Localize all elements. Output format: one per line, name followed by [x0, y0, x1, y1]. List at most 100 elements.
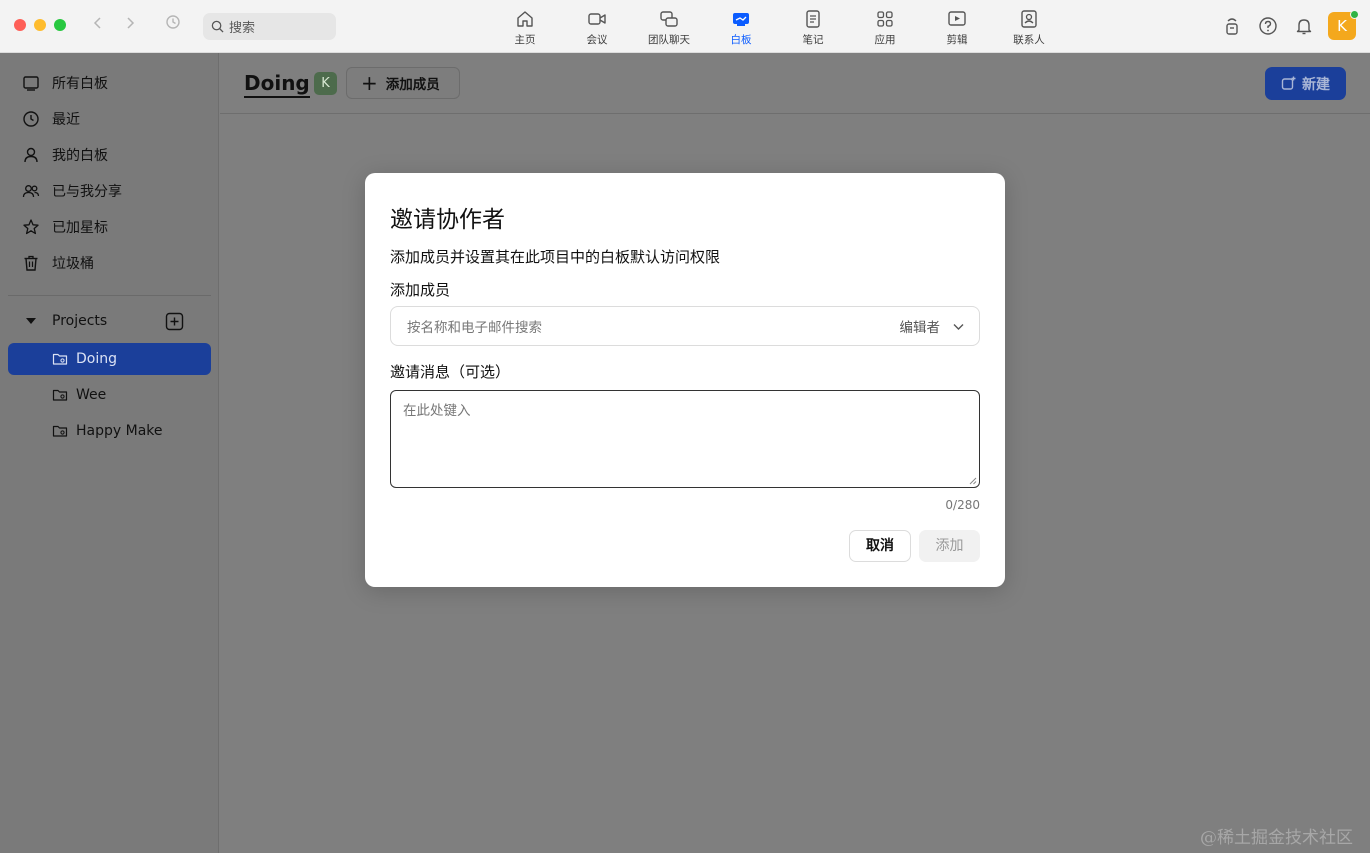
member-search-input[interactable]: 按名称和电子邮件搜索 编辑者 [390, 306, 980, 346]
clips-icon [948, 11, 966, 26]
tab-label: 应用 [874, 34, 896, 46]
add-project-button[interactable] [165, 312, 184, 331]
sidebar-item-all-whiteboards[interactable]: 所有白板 [8, 67, 211, 99]
chevron-down-icon [953, 323, 964, 330]
new-button-label: 新建 [1302, 76, 1330, 93]
role-select[interactable]: 编辑者 [900, 316, 966, 336]
sidebar-item-label: 已加星标 [52, 220, 108, 236]
tab-label: 笔记 [802, 34, 824, 46]
star-icon [23, 219, 39, 235]
page-title: Doing [244, 70, 310, 98]
contacts-icon [1021, 10, 1037, 28]
forward-button[interactable] [120, 14, 140, 36]
tab-meetings[interactable]: 会议 [561, 0, 633, 53]
chat-icon [660, 11, 678, 27]
tab-home[interactable]: 主页 [489, 0, 561, 53]
cancel-button[interactable]: 取消 [849, 530, 911, 562]
help-icon [1259, 17, 1277, 35]
search-placeholder: 搜索 [229, 21, 256, 36]
char-counter: 0/280 [945, 498, 980, 512]
plus-icon: + [361, 71, 378, 95]
sidebar-item-label: 已与我分享 [52, 184, 122, 200]
tab-label: 主页 [514, 34, 536, 46]
plus-square-icon [165, 312, 184, 331]
sidebar-item-shared-with-me[interactable]: 已与我分享 [8, 175, 211, 207]
member-search-placeholder: 按名称和电子邮件搜索 [407, 320, 542, 336]
window-zoom-button[interactable] [54, 19, 66, 31]
sidebar-item-my-whiteboards[interactable]: 我的白板 [8, 139, 211, 171]
invite-collaborators-dialog: 邀请协作者 添加成员并设置其在此项目中的白板默认访问权限 添加成员 按名称和电子… [365, 173, 1005, 587]
tab-whiteboards[interactable]: 白板 [705, 0, 777, 53]
new-whiteboard-button[interactable]: 新建 [1265, 67, 1346, 100]
shared-folder-icon [52, 353, 68, 365]
home-icon [517, 11, 533, 27]
clock-icon [23, 111, 39, 127]
project-label: Doing [76, 351, 117, 367]
window-minimize-button[interactable] [34, 19, 46, 31]
device-icon [1226, 18, 1238, 35]
sidebar: 所有白板 最近 我的白板 已与我分享 已加星标 垃圾桶 Projects Doi… [0, 53, 219, 853]
apps-icon [877, 11, 893, 27]
project-header: Doing K + 添加成员 新建 [220, 53, 1370, 114]
chevron-left-icon [93, 17, 101, 29]
sidebar-item-recent[interactable]: 最近 [8, 103, 211, 135]
project-item-happy-make[interactable]: Happy Make [8, 415, 211, 447]
main-nav: 主页 会议 团队聊天 白板 笔记 应用 剪辑 联系人 [489, 0, 1065, 53]
tab-label: 白板 [730, 34, 752, 46]
project-item-doing[interactable]: Doing [8, 343, 211, 375]
window-close-button[interactable] [14, 19, 26, 31]
shared-folder-icon [52, 425, 68, 437]
sidebar-item-label: 最近 [52, 112, 80, 128]
search-icon [211, 20, 224, 33]
caret-down-icon [26, 318, 36, 324]
tab-notes[interactable]: 笔记 [777, 0, 849, 53]
add-member-label: 添加成员 [385, 77, 440, 93]
bell-icon [1296, 19, 1312, 35]
history-icon [166, 15, 180, 29]
invite-message-textarea[interactable]: 在此处键入 [390, 390, 980, 488]
title-bar: 搜索 主页 会议 团队聊天 白板 笔记 应用 剪辑 联系人 K [0, 0, 1370, 53]
projects-label: Projects [52, 313, 108, 329]
notifications-button[interactable] [1294, 16, 1314, 36]
sidebar-item-label: 我的白板 [52, 148, 108, 164]
trash-icon [24, 255, 38, 271]
online-status-dot [1350, 10, 1359, 19]
watermark: @稀土掘金技术社区 [1200, 828, 1353, 848]
message-placeholder: 在此处键入 [403, 403, 471, 419]
message-field-label: 邀请消息（可选） [390, 363, 511, 381]
history-button[interactable] [163, 14, 183, 36]
back-button[interactable] [88, 14, 108, 36]
project-label: Wee [76, 387, 107, 403]
tab-team-chat[interactable]: 团队聊天 [633, 0, 705, 53]
member-avatar[interactable]: K [314, 72, 337, 95]
people-icon [22, 185, 40, 198]
sidebar-item-starred[interactable]: 已加星标 [8, 211, 211, 243]
project-item-wee[interactable]: Wee [8, 379, 211, 411]
shared-folder-icon [52, 389, 68, 401]
tab-apps[interactable]: 应用 [849, 0, 921, 53]
project-label: Happy Make [76, 423, 163, 439]
help-button[interactable] [1258, 16, 1278, 36]
hardware-button[interactable] [1222, 16, 1242, 36]
sidebar-item-label: 垃圾桶 [52, 256, 94, 272]
video-icon [588, 13, 606, 25]
add-member-button[interactable]: + 添加成员 [346, 67, 460, 99]
sidebar-item-trash[interactable]: 垃圾桶 [8, 247, 211, 279]
tab-label: 剪辑 [946, 34, 968, 46]
tab-label: 团队聊天 [648, 34, 690, 46]
person-icon [24, 147, 38, 163]
resize-grip-icon[interactable] [969, 477, 977, 485]
dialog-title: 邀请协作者 [390, 207, 505, 233]
tab-clips[interactable]: 剪辑 [921, 0, 993, 53]
role-value: 编辑者 [899, 320, 941, 336]
dialog-description: 添加成员并设置其在此项目中的白板默认访问权限 [390, 248, 721, 266]
member-field-label: 添加成员 [390, 281, 451, 299]
whiteboard-icon [733, 13, 749, 26]
tab-contacts[interactable]: 联系人 [993, 0, 1065, 53]
tab-label: 会议 [586, 34, 608, 46]
new-board-icon [1281, 76, 1296, 90]
sidebar-divider [8, 295, 211, 296]
search-input[interactable]: 搜索 [203, 13, 336, 40]
sidebar-item-label: 所有白板 [52, 76, 108, 92]
add-button[interactable]: 添加 [919, 530, 980, 562]
